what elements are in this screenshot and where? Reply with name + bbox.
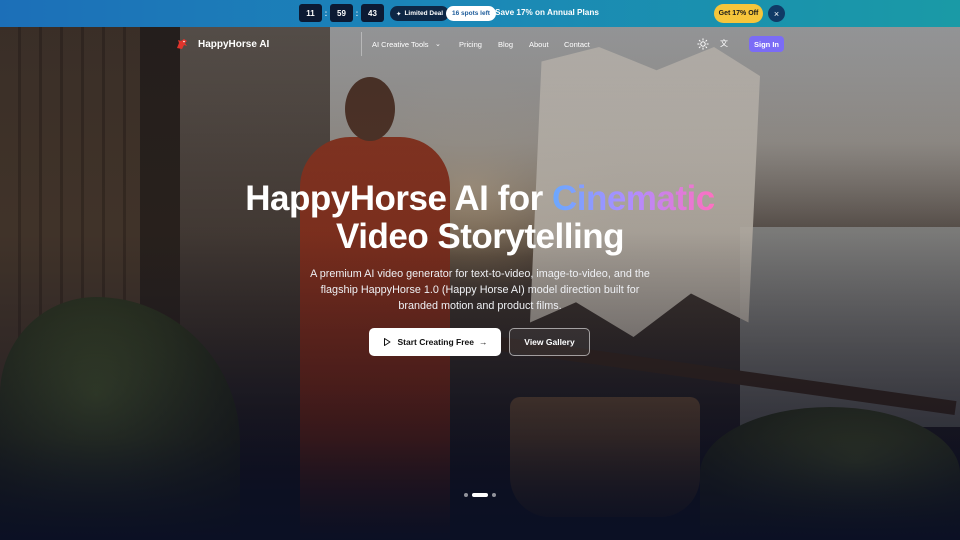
limited-deal-badge: ✦ Limited Deal: [390, 6, 450, 21]
slide-indicators: [464, 493, 496, 497]
close-icon[interactable]: ×: [768, 5, 785, 22]
horse-logo-icon[interactable]: [175, 37, 189, 51]
nav-contact[interactable]: Contact: [564, 40, 590, 49]
countdown-timer: 11 : 59 : 43: [299, 4, 384, 22]
start-creating-button[interactable]: Start Creating Free →: [369, 328, 501, 356]
timer-hours: 11: [299, 4, 322, 22]
hero-title-line2: Video Storytelling: [336, 217, 624, 256]
view-gallery-button[interactable]: View Gallery: [509, 328, 590, 356]
nav-about[interactable]: About: [529, 40, 549, 49]
save-text: Save 17% on Annual Plans: [495, 8, 599, 17]
hero-title-accent: Cinematic: [551, 179, 715, 218]
slide-dot-active[interactable]: [472, 493, 488, 497]
timer-separator: :: [355, 8, 359, 18]
get-discount-button[interactable]: Get 17% Off: [714, 4, 763, 23]
hero-title: HappyHorse AI for Cinematic Video Storyt…: [0, 180, 960, 256]
slide-dot[interactable]: [464, 493, 468, 497]
promo-bar: 11 : 59 : 43 ✦ Limited Deal 16 spots lef…: [0, 0, 960, 27]
limited-deal-label: Limited Deal: [404, 10, 444, 17]
start-creating-label: Start Creating Free: [397, 337, 475, 347]
play-icon: [384, 338, 391, 346]
slide-dot[interactable]: [492, 493, 496, 497]
spots-left-badge: 16 spots left: [446, 6, 496, 21]
arrow-right-icon: →: [479, 337, 488, 347]
sun-icon[interactable]: [697, 38, 709, 50]
timer-separator: :: [324, 8, 328, 18]
nav-blog[interactable]: Blog: [498, 40, 513, 49]
sign-in-button[interactable]: Sign In: [749, 36, 784, 52]
brand-name[interactable]: HappyHorse AI: [198, 39, 269, 50]
timer-seconds: 43: [361, 4, 384, 22]
hero-title-part1: HappyHorse AI for: [245, 179, 552, 218]
nav-divider: [361, 32, 362, 56]
chevron-down-icon[interactable]: ⌄: [435, 40, 441, 48]
nav-ai-creative-tools[interactable]: AI Creative Tools: [372, 40, 429, 49]
timer-minutes: 59: [330, 4, 353, 22]
sparkle-icon: ✦: [396, 10, 402, 18]
nav-pricing[interactable]: Pricing: [459, 40, 482, 49]
hero-subtitle: A premium AI video generator for text-to…: [310, 268, 650, 312]
translate-icon[interactable]: 文: [720, 38, 728, 49]
